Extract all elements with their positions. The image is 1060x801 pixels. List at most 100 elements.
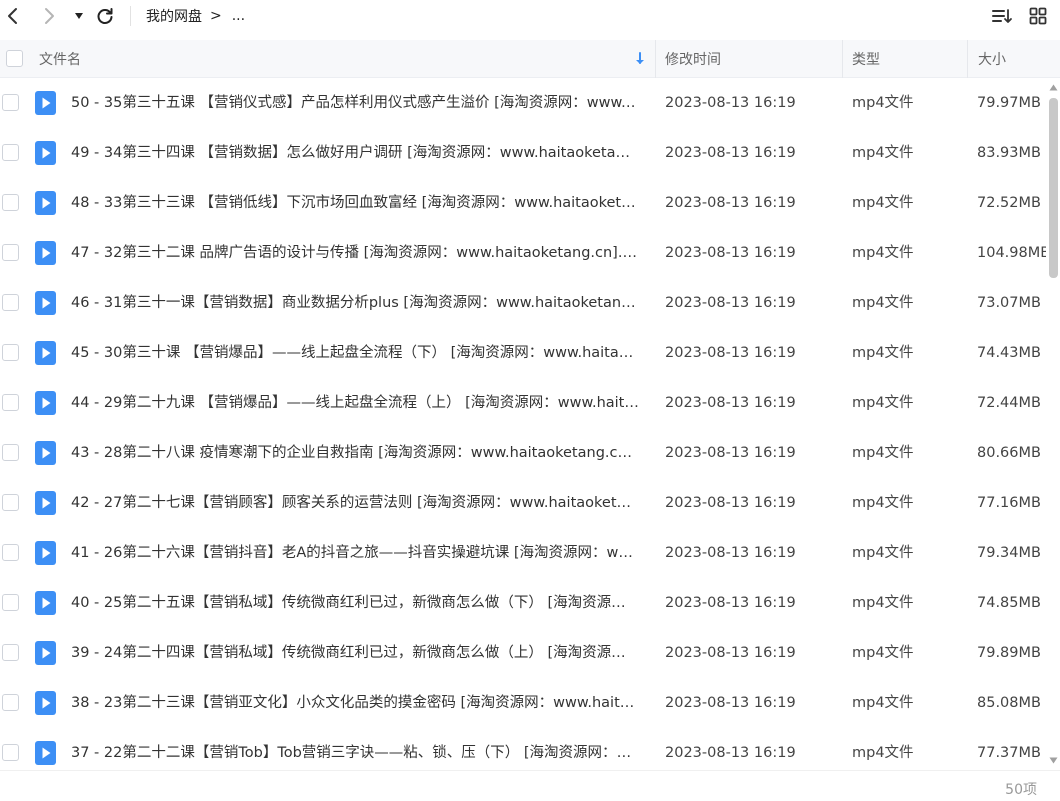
file-size: 73.07MB (977, 295, 1041, 311)
chevron-left-icon (8, 8, 17, 24)
file-size: 79.97MB (977, 95, 1041, 111)
file-size: 77.16MB (977, 495, 1041, 511)
row-checkbox[interactable] (2, 544, 19, 561)
file-name[interactable]: 41 - 26第二十六课【营销抖音】老A的抖音之旅——抖音实操避坑课 [海淘资源… (71, 528, 639, 578)
file-type: mp4文件 (852, 295, 914, 311)
row-checkbox[interactable] (2, 94, 19, 111)
history-dropdown-button[interactable] (70, 4, 88, 28)
select-all-checkbox[interactable] (6, 50, 23, 67)
file-size: 77.37MB (977, 745, 1041, 761)
column-divider[interactable] (967, 40, 968, 78)
file-row[interactable]: 49 - 34第三十四课 【营销数据】怎么做好用户调研 [海淘资源网：www.h… (0, 128, 1046, 178)
file-size: 74.85MB (977, 595, 1041, 611)
file-row[interactable]: 42 - 27第二十七课【营销顾客】顾客关系的运营法则 [海淘资源网：www.h… (0, 478, 1046, 528)
video-file-icon (35, 241, 56, 265)
sort-button[interactable] (990, 5, 1014, 27)
column-name-header[interactable]: 文件名 (39, 40, 639, 78)
file-modified-time: 2023-08-13 16:19 (665, 195, 796, 211)
file-name[interactable]: 48 - 33第三十三课 【营销低线】下沉市场回血致富经 [海淘资源网：www.… (71, 178, 639, 228)
file-row[interactable]: 46 - 31第三十一课【营销数据】商业数据分析plus [海淘资源网：www.… (0, 278, 1046, 328)
video-file-icon (35, 741, 56, 765)
file-name[interactable]: 38 - 23第二十三课【营销亚文化】小众文化品类的摸金密码 [海淘资源网：ww… (71, 678, 639, 728)
video-file-icon (35, 541, 56, 565)
file-row[interactable]: 39 - 24第二十四课【营销私域】传统微商红利已过，新微商怎么做（上） [海淘… (0, 628, 1046, 678)
column-divider[interactable] (655, 40, 656, 78)
file-type: mp4文件 (852, 545, 914, 561)
file-size: 74.43MB (977, 345, 1041, 361)
row-checkbox[interactable] (2, 744, 19, 761)
file-row[interactable]: 40 - 25第二十五课【营销私域】传统微商红利已过，新微商怎么做（下） [海淘… (0, 578, 1046, 628)
row-checkbox[interactable] (2, 694, 19, 711)
file-modified-time: 2023-08-13 16:19 (665, 345, 796, 361)
file-name[interactable]: 45 - 30第三十课 【营销爆品】——线上起盘全流程（下） [海淘资源网：ww… (71, 328, 639, 378)
file-name[interactable]: 42 - 27第二十七课【营销顾客】顾客关系的运营法则 [海淘资源网：www.h… (71, 478, 639, 528)
row-checkbox[interactable] (2, 494, 19, 511)
row-checkbox[interactable] (2, 244, 19, 261)
video-file-icon (35, 291, 56, 315)
column-divider[interactable] (842, 40, 843, 78)
row-checkbox[interactable] (2, 144, 19, 161)
refresh-icon (97, 8, 113, 24)
file-row[interactable]: 47 - 32第三十二课 品牌广告语的设计与传播 [海淘资源网：www.hait… (0, 228, 1046, 278)
file-name[interactable]: 47 - 32第三十二课 品牌广告语的设计与传播 [海淘资源网：www.hait… (71, 228, 639, 278)
row-checkbox[interactable] (2, 394, 19, 411)
file-name[interactable]: 50 - 35第三十五课 【营销仪式感】产品怎样利用仪式感产生溢价 [海淘资源网… (71, 78, 639, 128)
row-checkbox[interactable] (2, 294, 19, 311)
file-type: mp4文件 (852, 495, 914, 511)
back-button[interactable] (2, 4, 24, 28)
file-size: 72.52MB (977, 195, 1041, 211)
scroll-up-arrow-icon[interactable] (1049, 84, 1058, 91)
file-row[interactable]: 41 - 26第二十六课【营销抖音】老A的抖音之旅——抖音实操避坑课 [海淘资源… (0, 528, 1046, 578)
status-footer: 50项 (0, 770, 1060, 801)
row-checkbox[interactable] (2, 444, 19, 461)
row-checkbox[interactable] (2, 644, 19, 661)
file-row[interactable]: 37 - 22第二十二课【营销Tob】Tob营销三字诀——粘、锁、压（下） [海… (0, 728, 1046, 770)
file-row[interactable]: 50 - 35第三十五课 【营销仪式感】产品怎样利用仪式感产生溢价 [海淘资源网… (0, 78, 1046, 128)
row-checkbox[interactable] (2, 344, 19, 361)
file-row[interactable]: 43 - 28第二十八课 疫情寒潮下的企业自救指南 [海淘资源网：www.hai… (0, 428, 1046, 478)
sort-arrow-down-icon (636, 52, 644, 64)
scrollbar-thumb[interactable] (1049, 98, 1058, 278)
row-checkbox[interactable] (2, 594, 19, 611)
refresh-button[interactable] (94, 4, 116, 28)
vertical-scrollbar[interactable] (1047, 84, 1060, 764)
video-file-icon (35, 141, 56, 165)
file-name[interactable]: 40 - 25第二十五课【营销私域】传统微商红利已过，新微商怎么做（下） [海淘… (71, 578, 639, 628)
file-row[interactable]: 48 - 33第三十三课 【营销低线】下沉市场回血致富经 [海淘资源网：www.… (0, 178, 1046, 228)
file-size: 72.44MB (977, 395, 1041, 411)
grid-view-button[interactable] (1026, 5, 1050, 27)
file-type: mp4文件 (852, 195, 914, 211)
file-name[interactable]: 37 - 22第二十二课【营销Tob】Tob营销三字诀——粘、锁、压（下） [海… (71, 728, 639, 770)
file-type: mp4文件 (852, 695, 914, 711)
chevron-right-icon (45, 8, 54, 24)
file-name[interactable]: 43 - 28第二十八课 疫情寒潮下的企业自救指南 [海淘资源网：www.hai… (71, 428, 639, 478)
file-modified-time: 2023-08-13 16:19 (665, 95, 796, 111)
file-modified-time: 2023-08-13 16:19 (665, 645, 796, 661)
column-type-header[interactable]: 类型 (852, 40, 880, 78)
file-modified-time: 2023-08-13 16:19 (665, 395, 796, 411)
file-modified-time: 2023-08-13 16:19 (665, 745, 796, 761)
scroll-down-arrow-icon[interactable] (1049, 757, 1058, 764)
forward-button[interactable] (38, 4, 60, 28)
file-row[interactable]: 44 - 29第二十九课 【营销爆品】——线上起盘全流程（上） [海淘资源网：w… (0, 378, 1046, 428)
file-modified-time: 2023-08-13 16:19 (665, 295, 796, 311)
breadcrumb-more[interactable]: ... (232, 8, 245, 24)
file-size: 83.93MB (977, 145, 1041, 161)
video-file-icon (35, 591, 56, 615)
file-name[interactable]: 39 - 24第二十四课【营销私域】传统微商红利已过，新微商怎么做（上） [海淘… (71, 628, 639, 678)
column-time-header[interactable]: 修改时间 (665, 40, 721, 78)
breadcrumb-root[interactable]: 我的网盘 (146, 6, 202, 26)
file-row[interactable]: 45 - 30第三十课 【营销爆品】——线上起盘全流程（下） [海淘资源网：ww… (0, 328, 1046, 378)
video-file-icon (35, 641, 56, 665)
file-name[interactable]: 44 - 29第二十九课 【营销爆品】——线上起盘全流程（上） [海淘资源网：w… (71, 378, 639, 428)
file-name[interactable]: 46 - 31第三十一课【营销数据】商业数据分析plus [海淘资源网：www.… (71, 278, 639, 328)
file-name[interactable]: 49 - 34第三十四课 【营销数据】怎么做好用户调研 [海淘资源网：www.h… (71, 128, 639, 178)
column-size-header[interactable]: 大小 (978, 40, 1006, 78)
file-type: mp4文件 (852, 445, 914, 461)
caret-down-icon (75, 13, 83, 19)
row-checkbox[interactable] (2, 194, 19, 211)
toolbar-divider (130, 6, 131, 26)
file-size: 104.98MB (977, 245, 1046, 261)
file-row[interactable]: 38 - 23第二十三课【营销亚文化】小众文化品类的摸金密码 [海淘资源网：ww… (0, 678, 1046, 728)
file-type: mp4文件 (852, 745, 914, 761)
